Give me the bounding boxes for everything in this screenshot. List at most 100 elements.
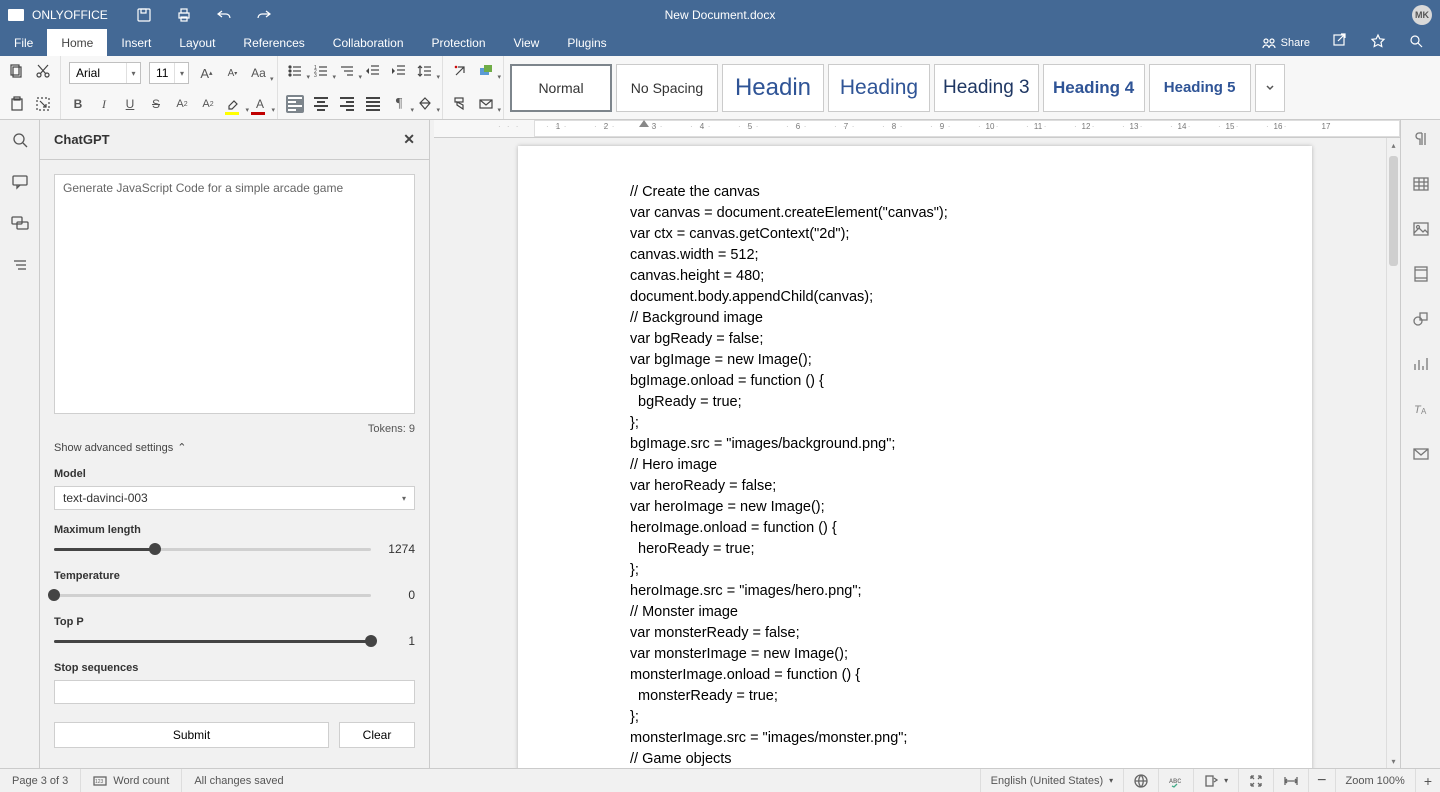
stop-input[interactable]: [54, 680, 415, 704]
maxlen-slider[interactable]: [54, 542, 371, 556]
temp-slider[interactable]: [54, 588, 371, 602]
superscript-icon[interactable]: A2: [173, 95, 191, 113]
menu-insert[interactable]: Insert: [107, 29, 165, 56]
header-footer-icon[interactable]: [1412, 265, 1430, 288]
menu-view[interactable]: View: [500, 29, 554, 56]
style-heading1[interactable]: Headin: [722, 64, 824, 112]
shading-icon[interactable]: ▾: [416, 95, 434, 113]
strike-icon[interactable]: S: [147, 95, 165, 113]
menu-plugins[interactable]: Plugins: [553, 29, 620, 56]
align-left-icon[interactable]: [286, 95, 304, 113]
style-heading2[interactable]: Heading: [828, 64, 930, 112]
zoom-out-icon[interactable]: −: [1308, 769, 1334, 792]
mailmerge-icon[interactable]: ▾: [477, 95, 495, 113]
style-normal[interactable]: Normal: [510, 64, 612, 112]
select-all-icon[interactable]: [34, 95, 52, 113]
style-heading3[interactable]: Heading 3: [934, 64, 1039, 112]
spellcheck-icon[interactable]: ᴀʙᴄ: [1158, 769, 1193, 792]
paragraph-settings-icon[interactable]: [1412, 130, 1430, 153]
decrease-font-icon[interactable]: A▾: [223, 64, 241, 82]
align-justify-icon[interactable]: [364, 95, 382, 113]
menu-collaboration[interactable]: Collaboration: [319, 29, 418, 56]
fit-width-icon[interactable]: [1273, 769, 1308, 792]
decrease-indent-icon[interactable]: [364, 62, 382, 80]
textart-settings-icon[interactable]: TA: [1412, 400, 1430, 423]
bullets-icon[interactable]: ▾: [286, 62, 304, 80]
menu-references[interactable]: References: [229, 29, 318, 56]
bold-icon[interactable]: B: [69, 95, 87, 113]
style-heading4[interactable]: Heading 4: [1043, 64, 1145, 112]
align-right-icon[interactable]: [338, 95, 356, 113]
nonprinting-icon[interactable]: ¶▾: [390, 95, 408, 113]
undo-icon[interactable]: [216, 7, 232, 23]
increase-indent-icon[interactable]: [390, 62, 408, 80]
favorite-icon[interactable]: [1370, 33, 1386, 52]
clear-button[interactable]: Clear: [339, 722, 415, 748]
panel-close-icon[interactable]: ✕: [403, 131, 415, 148]
submit-button[interactable]: Submit: [54, 722, 329, 748]
prompt-input[interactable]: [54, 174, 415, 414]
menu-layout[interactable]: Layout: [165, 29, 229, 56]
font-color-icon[interactable]: A▾: [251, 95, 269, 113]
horizontal-ruler[interactable]: 1234567891011121314151617: [434, 120, 1400, 138]
find-icon[interactable]: [10, 130, 30, 150]
shape-settings-icon[interactable]: [1412, 310, 1430, 333]
share-button[interactable]: Share: [1261, 35, 1310, 51]
font-size-select[interactable]: 11▾: [149, 62, 189, 84]
document-area: L 1234567891011121314151617 // Create th…: [430, 120, 1400, 768]
style-heading5[interactable]: Heading 5: [1149, 64, 1251, 112]
subscript-icon[interactable]: A2: [199, 95, 217, 113]
fit-page-icon[interactable]: [1238, 769, 1273, 792]
advanced-settings-toggle[interactable]: Show advanced settings ⌃: [54, 441, 186, 454]
chat-icon[interactable]: [10, 214, 30, 234]
topp-slider[interactable]: [54, 634, 371, 648]
clear-style-icon[interactable]: [451, 62, 469, 80]
save-icon[interactable]: [136, 7, 152, 23]
track-changes-icon[interactable]: ▾: [1193, 769, 1238, 792]
word-count[interactable]: 123Word count: [81, 769, 182, 792]
page-indicator[interactable]: Page 3 of 3: [0, 769, 81, 792]
language-select[interactable]: English (United States) ▾: [980, 769, 1124, 792]
style-more-button[interactable]: [1255, 64, 1285, 112]
copy-icon[interactable]: [8, 62, 26, 80]
numbering-icon[interactable]: 123▾: [312, 62, 330, 80]
open-location-icon[interactable]: [1332, 33, 1348, 52]
user-avatar[interactable]: MK: [1412, 5, 1432, 25]
change-case-icon[interactable]: Aa▾: [249, 64, 267, 82]
multilevel-icon[interactable]: ▾: [338, 62, 356, 80]
vertical-scrollbar[interactable]: ▴ ▾: [1386, 138, 1400, 768]
app-logo: ONLYOFFICE: [0, 8, 108, 22]
model-select[interactable]: text-davinci-003▾: [54, 486, 415, 510]
style-no-spacing[interactable]: No Spacing: [616, 64, 718, 112]
menu-home[interactable]: Home: [47, 29, 107, 56]
document-page[interactable]: // Create the canvas var canvas = docume…: [518, 146, 1312, 768]
comments-icon[interactable]: [10, 172, 30, 192]
italic-icon[interactable]: I: [95, 95, 113, 113]
image-settings-icon[interactable]: [1412, 220, 1430, 243]
search-icon[interactable]: [1408, 33, 1424, 52]
font-name-select[interactable]: Arial▾: [69, 62, 141, 84]
increase-font-icon[interactable]: A▴: [197, 64, 215, 82]
chart-settings-icon[interactable]: [1412, 355, 1430, 378]
indent-marker[interactable]: [639, 120, 649, 130]
spellcheck-lang-icon[interactable]: [1123, 769, 1158, 792]
menu-file[interactable]: File: [0, 29, 47, 56]
menu-protection[interactable]: Protection: [418, 29, 500, 56]
underline-icon[interactable]: U: [121, 95, 139, 113]
mailmerge-settings-icon[interactable]: [1412, 445, 1430, 468]
maxlen-value: 1274: [383, 542, 415, 556]
zoom-level[interactable]: Zoom 100%: [1335, 769, 1415, 792]
line-spacing-icon[interactable]: ▾: [416, 62, 434, 80]
navigation-icon[interactable]: [10, 256, 30, 276]
document-content[interactable]: // Create the canvas var canvas = docume…: [630, 182, 1312, 768]
table-settings-icon[interactable]: [1412, 175, 1430, 198]
highlight-color-icon[interactable]: ▾: [225, 95, 243, 113]
insert-shape-icon[interactable]: ▾: [477, 62, 495, 80]
zoom-in-icon[interactable]: +: [1415, 769, 1440, 792]
paste-icon[interactable]: [8, 95, 26, 113]
align-center-icon[interactable]: [312, 95, 330, 113]
copy-style-icon[interactable]: [451, 95, 469, 113]
print-icon[interactable]: [176, 7, 192, 23]
cut-icon[interactable]: [34, 62, 52, 80]
redo-icon[interactable]: [256, 7, 272, 23]
